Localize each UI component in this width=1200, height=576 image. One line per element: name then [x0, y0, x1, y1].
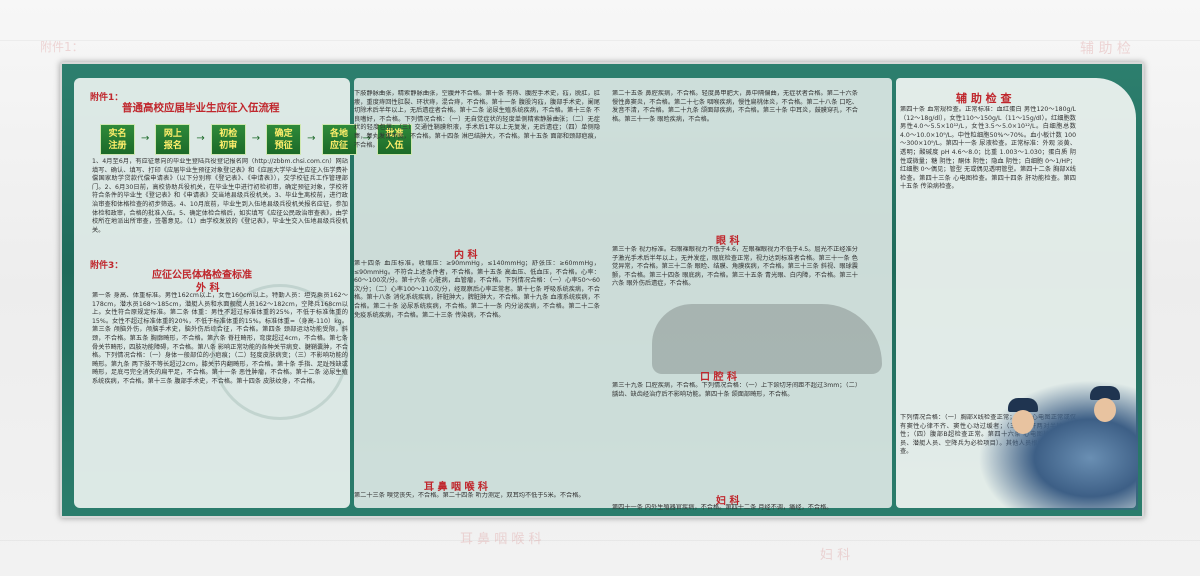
- ghost-aux-heading: 辅 助 检: [1080, 41, 1131, 57]
- ent-heading: 耳 鼻 咽 喉 科: [424, 482, 488, 493]
- ghost-ent-heading: 耳 鼻 咽 喉 科: [460, 532, 542, 547]
- flow-arrow-icon: →: [196, 133, 205, 144]
- ghost-divider: [0, 540, 1200, 541]
- soldier-face-shape: [1012, 410, 1034, 434]
- flow-step-confirm-preconscription: 确定 预征: [266, 124, 302, 155]
- stomatology-text: 第三十九条 口腔疾病，不合格。下列情况合格：（一）上下颌切牙间距不超过3mm；（…: [612, 382, 858, 398]
- flow-arrow-icon: →: [251, 133, 261, 144]
- flow-step-local-conscription: 各地 应征: [321, 124, 357, 155]
- ghost-divider: [0, 40, 1200, 41]
- internal-medicine-text: 第十四条 血压标准。收缩压：≥90mmHg，≤140mmHg；舒张压：≥60mm…: [354, 260, 600, 319]
- middle-col2-text: 第二十五条 鼻腔疾病，不合格。轻度鼻甲肥大，鼻中隔偏曲，无症状者合格。第二十六条…: [612, 90, 858, 123]
- enlistment-process-title: 普通高校应届毕业生应征入伍流程: [122, 102, 280, 114]
- ent-text: 第二十三条 嗅觉丧失，不合格。第二十四条 听力测定，双耳均不低于5米。不合格。: [354, 492, 585, 499]
- middle-col1-text: 下肢静脉曲张，精索静脉曲张，空腹并不合格。第十条 有痔、腹腔手术史，疝，脱肛，肛…: [354, 90, 600, 149]
- soldier-face-shape: [1094, 398, 1116, 422]
- annex1-label: 附件1：: [90, 93, 124, 103]
- ophthalmology-heading: 眼 科: [716, 236, 740, 247]
- ghost-gyn-heading: 妇 科: [820, 548, 851, 563]
- ghost-annex-label: 附件1：: [40, 40, 84, 54]
- soldiers-photo: [978, 380, 1138, 510]
- intro-paragraph: 1、4月至6月，有应征意向的毕业生登陆兵役登记报名网（http://zbbm.c…: [92, 158, 348, 234]
- flow-arrow-icon: →: [141, 133, 150, 144]
- flow-step-register: 实名 注册: [100, 124, 135, 155]
- stomatology-heading: 口 腔 科: [700, 372, 737, 383]
- annex3-label: 附件3：: [90, 261, 124, 271]
- flow-step-preliminary-check: 初检 初审: [210, 124, 246, 155]
- gynecology-text: 第四十一条 内外生殖器官疾病，不合格。第四十二条 月经不调，痛经，不合格。: [612, 504, 833, 511]
- flow-arrow-icon: →: [307, 133, 316, 144]
- ophthalmology-text: 第三十条 视力标准。右眼裸眼视力不低于4.6，左眼裸眼视力不低于4.5。屈光不正…: [612, 246, 858, 288]
- auxiliary-exam-heading: 辅 助 检 查: [956, 92, 1012, 105]
- flow-step-apply-online: 网上 报名: [155, 124, 191, 155]
- surgery-standards-text: 第一条 身高、体重标准。男性162cm以上，女性160cm以上。特勤人员：坦克乘…: [92, 292, 348, 385]
- internal-medicine-heading: 内 科: [454, 250, 478, 261]
- auxiliary-exam-text: 第四十条 血常规检查。正常标准：血红蛋白 男性120～180g/L（12～18g…: [900, 106, 1076, 191]
